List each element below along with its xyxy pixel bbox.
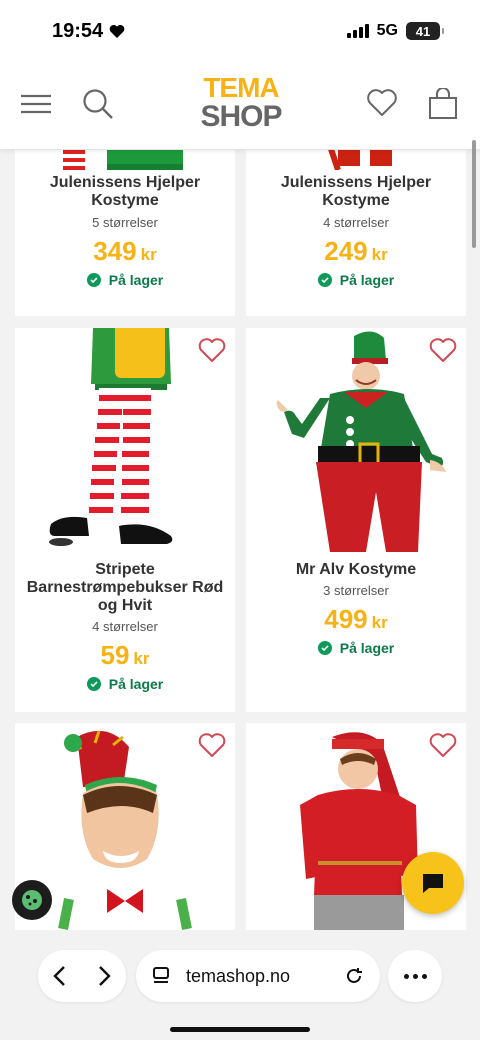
product-title[interactable]: Julenissens Hjelper Kostyme	[15, 174, 235, 210]
price-value: 249	[324, 236, 368, 266]
product-price: 349 kr	[15, 236, 235, 267]
network-label: 5G	[376, 22, 398, 39]
product-title[interactable]: Stripete Barnestrømpebukser Rød og Hvit	[15, 561, 235, 615]
favorite-heart-icon[interactable]	[197, 338, 227, 364]
battery-level: 41	[415, 23, 431, 39]
favorite-heart-icon[interactable]	[428, 338, 458, 364]
tabs-icon[interactable]	[152, 966, 172, 986]
price-value: 349	[93, 236, 137, 266]
status-bar: 19:54 5G 41	[0, 0, 480, 62]
cookie-icon	[22, 890, 42, 910]
status-time: 19:54	[52, 20, 125, 43]
page-scrollbar[interactable]	[472, 140, 476, 248]
product-card[interactable]: Stripete Barnestrømpebukser Rød og Hvit …	[15, 328, 235, 712]
wishlist-heart-icon[interactable]	[366, 88, 398, 118]
favorite-heart-icon[interactable]	[197, 733, 227, 759]
product-title[interactable]: Julenissens Hjelper Kostyme	[246, 174, 466, 210]
menu-icon[interactable]	[20, 88, 52, 120]
browser-toolbar: temashop.no	[0, 930, 480, 1040]
check-icon	[86, 273, 101, 287]
cookie-settings-button[interactable]	[12, 880, 52, 920]
temashop-logo[interactable]: TEMA SHOP	[196, 74, 286, 132]
favorite-heart-icon[interactable]	[428, 733, 458, 759]
product-sizes: 3 størrelser	[323, 583, 389, 598]
stock-label: På lager	[339, 272, 395, 288]
stock-status: På lager	[246, 640, 466, 656]
more-button[interactable]	[388, 950, 442, 1002]
logo-shop: SHOP	[200, 100, 282, 133]
stock-status: På lager	[246, 272, 466, 288]
status-indicators: 5G 41	[346, 22, 444, 40]
url-text[interactable]: temashop.no	[186, 966, 290, 987]
product-price: 499 kr	[246, 604, 466, 635]
price-currency: kr	[371, 245, 388, 264]
chat-button[interactable]	[402, 852, 464, 914]
product-card[interactable]: Julenissens Hjelper Kostyme 5 størrelser…	[15, 150, 235, 316]
bag-icon[interactable]	[428, 88, 458, 120]
clock: 19:54	[52, 20, 104, 42]
heart-status-icon	[109, 24, 125, 38]
product-title[interactable]: Mr Alv Kostyme	[246, 561, 466, 579]
product-card[interactable]: Julenissens Hjelper Kostyme 4 størrelser…	[246, 150, 466, 316]
more-dot	[412, 973, 418, 979]
product-sizes: 4 størrelser	[323, 215, 389, 230]
stock-label: På lager	[108, 272, 164, 288]
check-icon	[317, 641, 332, 655]
product-price: 249 kr	[246, 236, 466, 267]
product-grid: Julenissens Hjelper Kostyme 5 størrelser…	[0, 150, 480, 930]
check-icon	[317, 273, 332, 287]
check-icon	[86, 677, 101, 691]
signal-icon	[346, 24, 369, 38]
navigation-buttons	[38, 950, 126, 1002]
site-header: TEMA SHOP	[0, 62, 480, 150]
price-currency: kr	[140, 245, 157, 264]
price-value: 499	[324, 604, 368, 634]
forward-icon[interactable]	[96, 965, 112, 987]
product-price: 59 kr	[15, 640, 235, 671]
stock-label: På lager	[108, 676, 164, 692]
product-sizes: 4 størrelser	[92, 619, 158, 634]
chat-icon	[423, 874, 443, 893]
logo-tema: TEMA	[203, 72, 279, 103]
stock-status: På lager	[15, 676, 235, 692]
product-card[interactable]: Mr Alv Kostyme 3 størrelser 499 kr På lag…	[246, 328, 466, 712]
reload-icon[interactable]	[344, 966, 364, 986]
price-currency: kr	[371, 613, 388, 632]
battery-icon: 41	[406, 22, 444, 40]
stock-label: På lager	[339, 640, 395, 656]
address-bar[interactable]: temashop.no	[136, 950, 380, 1002]
product-image[interactable]	[15, 150, 235, 170]
product-image[interactable]	[246, 150, 466, 170]
price-currency: kr	[133, 649, 150, 668]
back-icon[interactable]	[52, 965, 68, 987]
more-icon	[403, 973, 409, 979]
more-dot	[421, 973, 427, 979]
home-indicator[interactable]	[170, 1027, 310, 1032]
price-value: 59	[100, 640, 130, 670]
product-sizes: 5 størrelser	[92, 215, 158, 230]
search-icon[interactable]	[82, 88, 114, 120]
stock-status: På lager	[15, 272, 235, 288]
